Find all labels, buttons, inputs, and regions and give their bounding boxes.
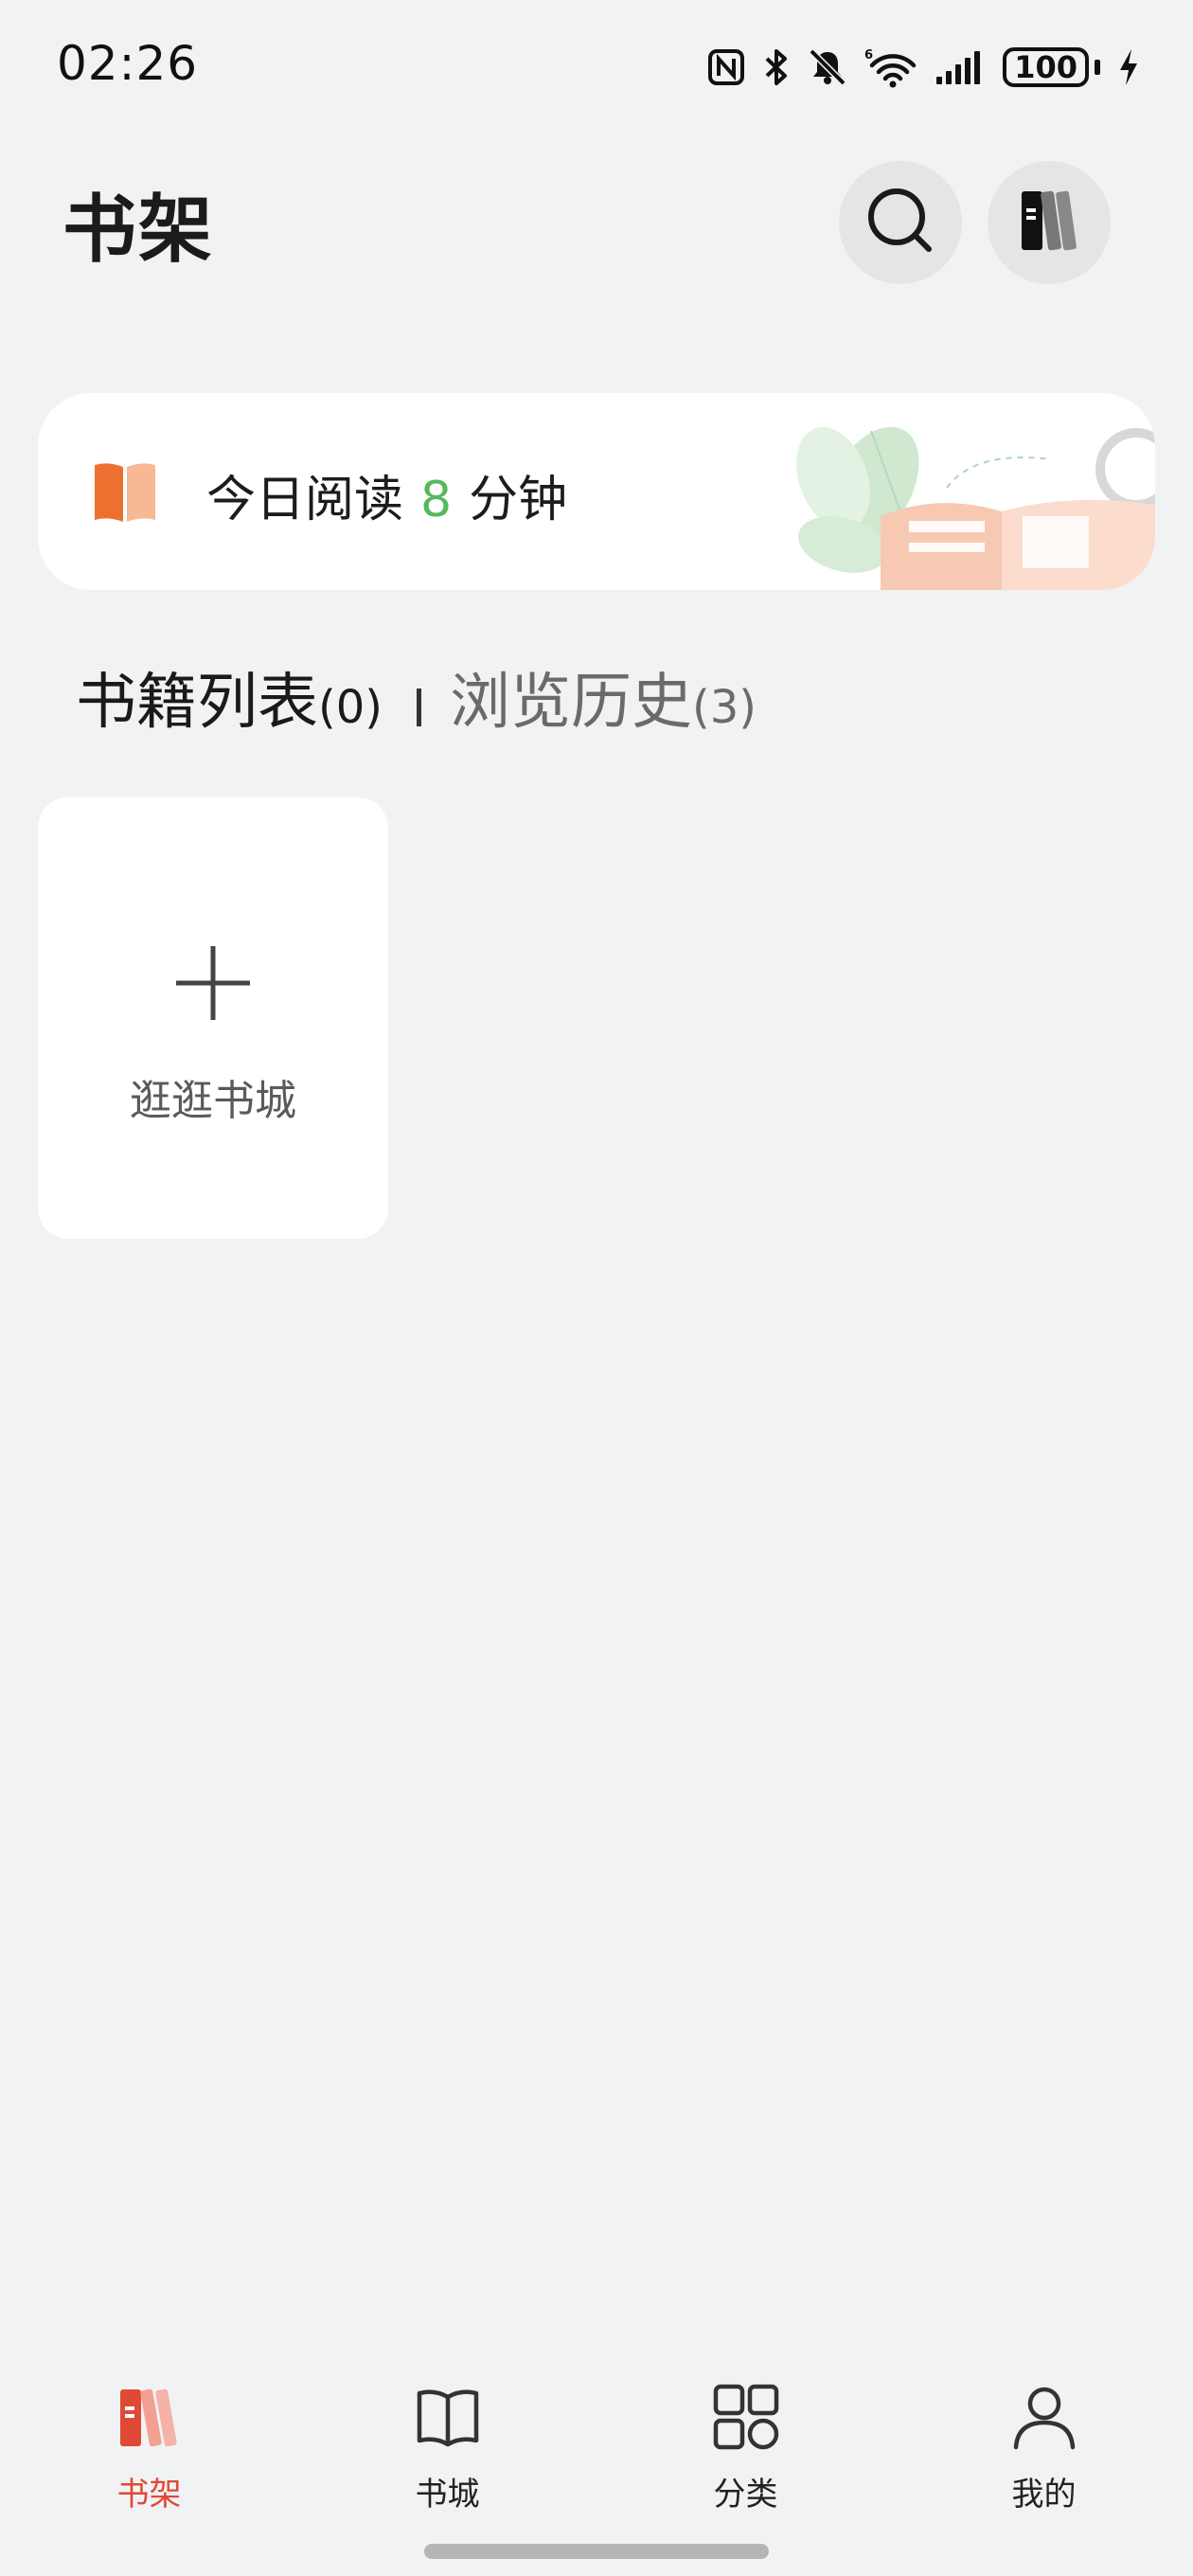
today-reading-suffix: 分钟 [469,472,568,528]
person-icon [1010,2377,1078,2457]
page-title: 书架 [62,188,215,273]
signal-icon [935,48,986,86]
status-time: 02:26 [57,36,199,91]
nav-item-bookshelf[interactable]: 书架 [0,2368,298,2538]
tab-divider [417,689,421,726]
open-book-icon [414,2377,482,2457]
browse-store-label: 逛逛书城 [130,1077,296,1125]
book-icon [91,459,159,528]
today-reading-card[interactable]: 今日阅读 8 分钟 [38,393,1155,590]
grid-icon [712,2377,780,2457]
search-button[interactable] [839,161,962,284]
tab-label: 书籍列表 [76,668,318,738]
svg-text:6: 6 [864,48,873,63]
tab-label: 浏览历史 [450,668,692,738]
today-reading-prefix: 今日阅读 [206,472,404,528]
battery-level: 100 [1003,47,1089,87]
bookshelf-icon [1016,188,1082,258]
tab-count: (0) [318,681,383,734]
home-indicator[interactable] [424,2544,769,2559]
bookshelf-icon [116,2377,183,2457]
tab-browse-history[interactable]: 浏览历史(3) [450,653,757,741]
bookshelf-manage-button[interactable] [988,161,1111,284]
browse-store-tile[interactable] [38,797,388,1239]
nav-label: 书城 [415,2476,480,2513]
nav-label: 分类 [713,2476,778,2513]
bottom-nav: 书架 书城 分类 我的 [0,2368,1193,2538]
shelf-tabs: 书籍列表(0) 浏览历史(3) [76,653,757,741]
today-reading-minutes: 8 [420,472,453,528]
nav-item-bookstore[interactable]: 书城 [298,2368,596,2538]
status-icons: 6 100 [707,44,1140,91]
tab-book-list[interactable]: 书籍列表(0) [76,653,383,741]
plus-icon [174,944,252,1026]
search-icon [863,183,938,262]
tab-count: (3) [692,681,757,734]
bluetooth-icon [762,47,791,87]
nfc-icon [707,48,745,86]
wifi-icon: 6 [864,46,917,88]
charging-icon [1117,47,1140,87]
status-bar: 02:26 6 100 [0,0,1193,133]
today-reading-text: 今日阅读 8 分钟 [206,459,567,530]
nav-item-category[interactable]: 分类 [596,2368,895,2538]
nav-label: 我的 [1011,2476,1077,2513]
mute-icon [808,47,847,87]
reading-illustration [767,393,1155,590]
battery-icon: 100 [1003,47,1100,87]
nav-label: 书架 [116,2476,182,2513]
nav-item-profile[interactable]: 我的 [895,2368,1193,2538]
